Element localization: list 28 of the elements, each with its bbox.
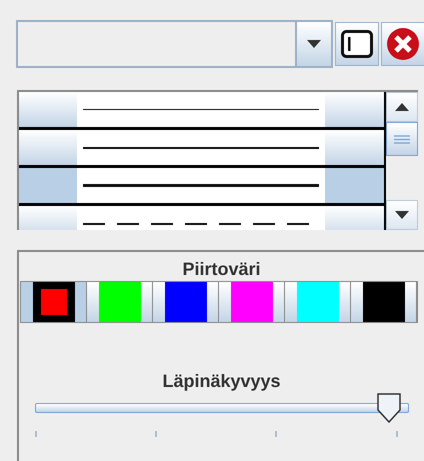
scroll-thumb[interactable] [386, 122, 418, 156]
dropdown-button[interactable] [297, 20, 333, 68]
close-icon [386, 27, 420, 61]
rectangle-icon [341, 30, 373, 58]
panel-title: Piirtoväri [182, 258, 261, 281]
color-swatch[interactable] [285, 282, 351, 322]
line-style-item[interactable] [19, 168, 384, 203]
color-swatch[interactable] [351, 282, 417, 322]
scroll-up-button[interactable] [386, 92, 418, 122]
color-swatch[interactable] [87, 282, 153, 322]
color-swatch[interactable] [219, 282, 285, 322]
up-arrow-icon [395, 103, 409, 111]
line-sample-icon [83, 146, 319, 150]
color-swatch[interactable] [21, 282, 87, 322]
rectangle-button[interactable] [335, 22, 379, 66]
line-sample-icon [83, 183, 319, 188]
down-arrow-icon [395, 211, 409, 219]
scroll-down-button[interactable] [386, 200, 418, 230]
close-button[interactable] [381, 22, 424, 66]
slider-thumb[interactable] [376, 393, 402, 423]
color-swatch[interactable] [153, 282, 219, 322]
line-sample-icon [83, 108, 319, 111]
slider-label: Läpinäkyvyys [162, 370, 281, 393]
line-style-item[interactable] [19, 130, 384, 165]
caret-icon [307, 40, 321, 48]
dropdown-field[interactable] [16, 20, 297, 68]
grip-icon [394, 134, 410, 144]
scrollbar[interactable] [386, 92, 418, 230]
